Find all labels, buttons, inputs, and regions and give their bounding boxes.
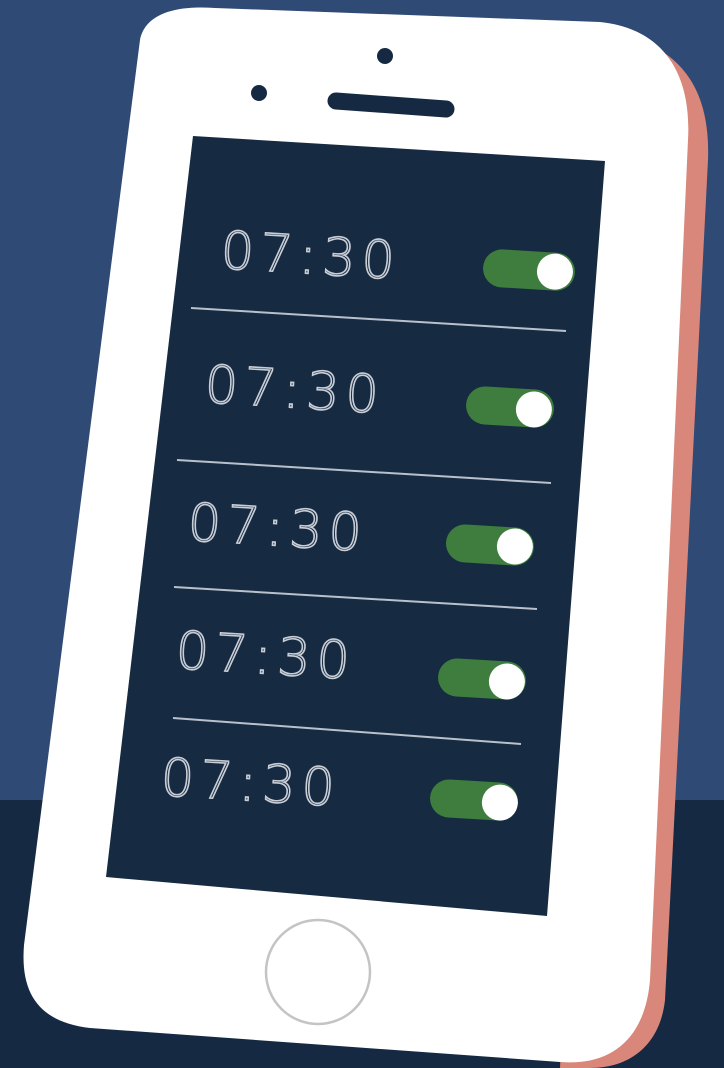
scene-canvas: 07:30 07:30 07:30 07:30 07:30	[0, 0, 724, 1068]
alarm-time: 07:30	[174, 621, 357, 692]
alarm-phone-illustration: 07:30 07:30 07:30 07:30 07:30	[0, 0, 724, 1068]
toggle-switch-icon[interactable]	[445, 523, 535, 566]
toggle-switch-icon[interactable]	[429, 778, 519, 821]
toggle-switch-icon[interactable]	[465, 385, 555, 428]
alarm-time: 07:30	[159, 748, 342, 819]
sensor-dot-icon	[251, 85, 267, 101]
camera-dot-icon	[377, 48, 393, 64]
toggle-switch-icon[interactable]	[482, 248, 576, 292]
alarm-time: 07:30	[203, 355, 386, 426]
toggle-switch-icon[interactable]	[437, 657, 527, 700]
home-button-icon[interactable]	[264, 918, 372, 1026]
alarm-time: 07:30	[219, 221, 402, 292]
alarm-time: 07:30	[186, 493, 369, 564]
earpiece-speaker-icon	[327, 92, 455, 118]
